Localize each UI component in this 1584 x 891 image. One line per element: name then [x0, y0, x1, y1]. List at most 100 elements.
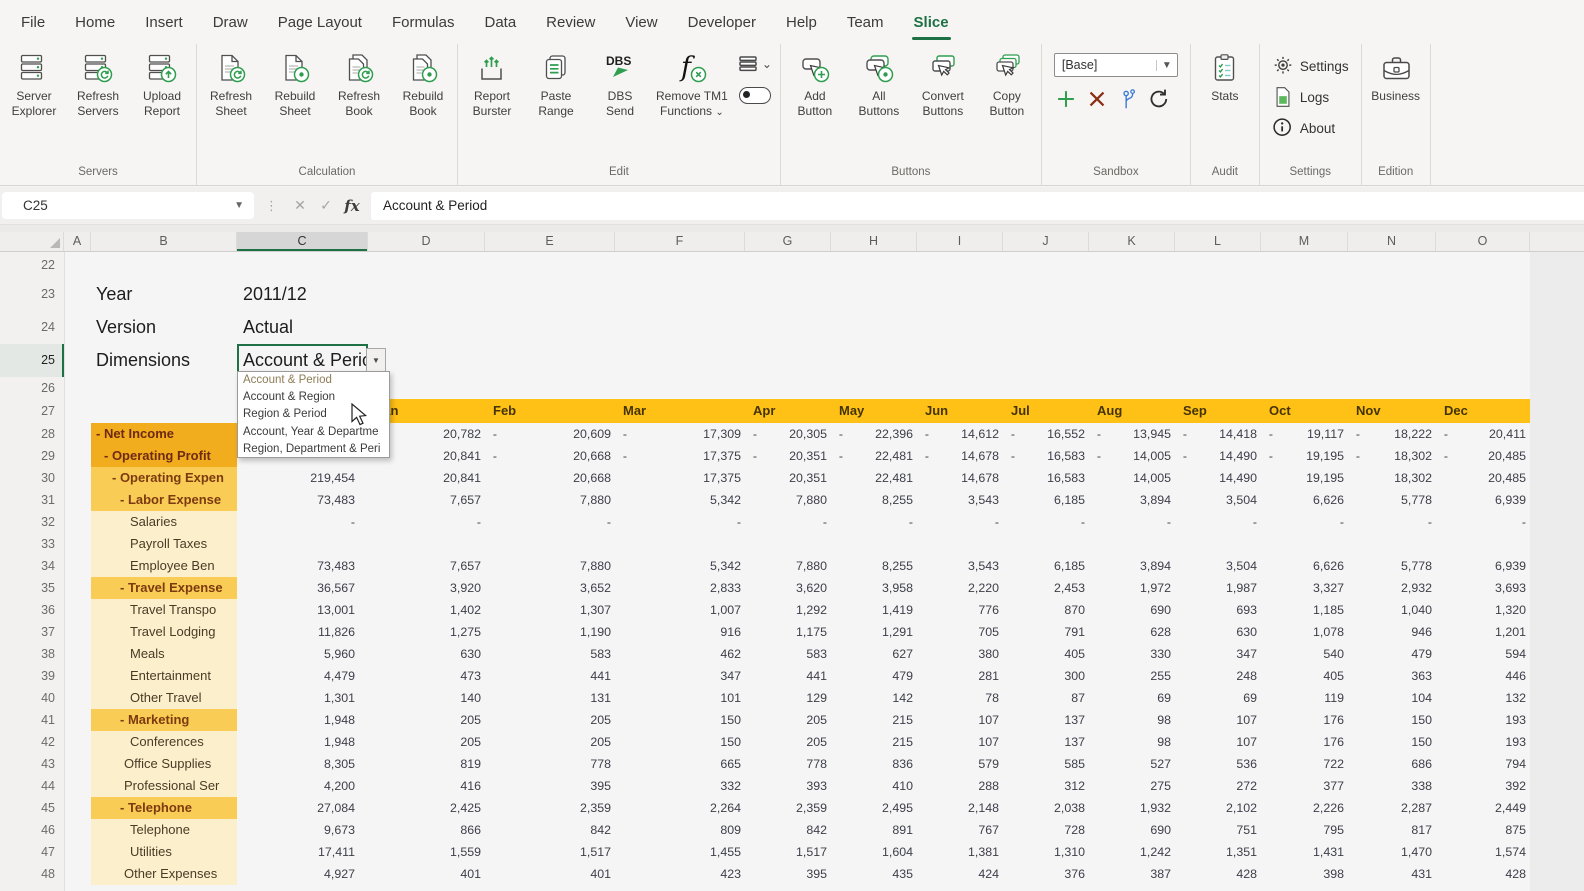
tab-file[interactable]: File — [6, 0, 60, 44]
about-button[interactable]: About — [1272, 117, 1349, 139]
cell[interactable]: 3,543 — [917, 555, 1003, 577]
month-header-sep[interactable]: Sep — [1175, 399, 1261, 423]
column-header-k[interactable]: K — [1089, 232, 1175, 251]
toggle-switch[interactable] — [739, 87, 771, 104]
cell[interactable]: 416 — [368, 775, 485, 797]
row-header-27[interactable]: 27 — [0, 399, 64, 423]
row-header-47[interactable]: 47 — [0, 841, 64, 863]
cell[interactable]: 7,880 — [745, 555, 831, 577]
row-label-net-income[interactable]: - Net Income — [91, 423, 237, 445]
cell[interactable]: 842 — [745, 819, 831, 841]
cell[interactable]: 19,195 — [1261, 467, 1348, 489]
row-label-utilities[interactable]: Utilities — [91, 841, 237, 863]
cell[interactable]: 1,604 — [831, 841, 917, 863]
month-header-feb[interactable]: Feb — [485, 399, 615, 423]
tab-view[interactable]: View — [610, 0, 672, 44]
cell[interactable]: 866 — [368, 819, 485, 841]
cell[interactable]: 398 — [1261, 863, 1348, 885]
column-header-g[interactable]: G — [745, 232, 831, 251]
logs-button[interactable]: Logs — [1272, 86, 1349, 108]
row-header-35[interactable]: 35 — [0, 577, 64, 599]
cell[interactable]: 78 — [917, 687, 1003, 709]
cell[interactable]: 1,987 — [1175, 577, 1261, 599]
cell[interactable]: 393 — [745, 775, 831, 797]
month-header-aug[interactable]: Aug — [1089, 399, 1175, 423]
row-header-24[interactable]: 24 — [0, 311, 64, 344]
cell[interactable]: 1,517 — [745, 841, 831, 863]
cell[interactable]: 686 — [1348, 753, 1436, 775]
cell-total[interactable]: 1,948 — [237, 731, 368, 753]
cell[interactable]: 300 — [1003, 665, 1089, 687]
row-header-39[interactable]: 39 — [0, 665, 64, 687]
row-label-travel-expense[interactable]: - Travel Expense — [91, 577, 237, 599]
month-header-may[interactable]: May — [831, 399, 917, 423]
refresh-book-button[interactable]: Refresh Book — [327, 49, 391, 120]
rebuild-book-button[interactable]: Rebuild Book — [391, 49, 455, 120]
cell[interactable]: 193 — [1436, 709, 1530, 731]
cell-value-version[interactable]: Actual — [237, 311, 293, 344]
cell[interactable]: 3,920 — [368, 577, 485, 599]
copy-button-button[interactable]: Copy Button — [975, 49, 1039, 120]
cell[interactable]: 479 — [1348, 643, 1436, 665]
insert-function-icon[interactable]: fx — [339, 197, 365, 215]
cell[interactable]: 8,255 — [831, 489, 917, 511]
cell[interactable]: 2,359 — [485, 797, 615, 819]
row-header-28[interactable]: 28 — [0, 423, 64, 445]
cell[interactable]: 1,175 — [745, 621, 831, 643]
cell[interactable]: 431 — [1348, 863, 1436, 885]
cell[interactable]: 312 — [1003, 775, 1089, 797]
cell[interactable]: 132 — [1436, 687, 1530, 709]
column-header-i[interactable]: I — [917, 232, 1003, 251]
convert-buttons-button[interactable]: Convert Buttons — [911, 49, 975, 120]
cell[interactable]: - — [831, 511, 917, 533]
row-label-conferences[interactable]: Conferences — [91, 731, 237, 753]
cell[interactable]: 3,693 — [1436, 577, 1530, 599]
cell[interactable]: 1,078 — [1261, 621, 1348, 643]
cell[interactable]: 248 — [1175, 665, 1261, 687]
cell[interactable] — [745, 533, 831, 555]
cell[interactable]: 2,102 — [1175, 797, 1261, 819]
cancel-icon[interactable]: ✕ — [287, 197, 313, 214]
create-sandbox-icon[interactable] — [1054, 87, 1078, 111]
cell[interactable]: 22,481- — [831, 445, 917, 467]
name-box[interactable]: C25 ▼ — [2, 192, 254, 219]
cell[interactable]: 6,185 — [1003, 489, 1089, 511]
cell[interactable]: 527 — [1089, 753, 1175, 775]
cell[interactable]: 2,453 — [1003, 577, 1089, 599]
cell-total[interactable]: 4,479 — [237, 665, 368, 687]
cell[interactable]: 330 — [1089, 643, 1175, 665]
cell[interactable]: 205 — [485, 709, 615, 731]
cell[interactable]: 377 — [1261, 775, 1348, 797]
cell[interactable] — [615, 533, 745, 555]
cell[interactable]: 20,351- — [745, 445, 831, 467]
row-label-travel-lodging[interactable]: Travel Lodging — [91, 621, 237, 643]
cell[interactable]: 401 — [368, 863, 485, 885]
cell[interactable] — [1436, 533, 1530, 555]
row-label-entertainment[interactable]: Entertainment — [91, 665, 237, 687]
dropdown-item-account-period[interactable]: Account & Period — [238, 372, 389, 389]
row-header-26[interactable]: 26 — [0, 377, 64, 399]
cell[interactable]: 2,932 — [1348, 577, 1436, 599]
month-header-jul[interactable]: Jul — [1003, 399, 1089, 423]
cell[interactable]: 16,552- — [1003, 423, 1089, 445]
cell[interactable]: 150 — [615, 709, 745, 731]
row-header-44[interactable]: 44 — [0, 775, 64, 797]
row-header-43[interactable]: 43 — [0, 753, 64, 775]
cell[interactable]: - — [1003, 511, 1089, 533]
row-header-30[interactable]: 30 — [0, 467, 64, 489]
column-header-j[interactable]: J — [1003, 232, 1089, 251]
cell-label-dimensions[interactable]: Dimensions — [91, 344, 237, 377]
row-header-42[interactable]: 42 — [0, 731, 64, 753]
cell-total[interactable]: 27,084 — [237, 797, 368, 819]
cell[interactable]: 870 — [1003, 599, 1089, 621]
cell[interactable]: 1,431 — [1261, 841, 1348, 863]
row-header-34[interactable]: 34 — [0, 555, 64, 577]
cell[interactable]: 107 — [917, 709, 1003, 731]
cell[interactable]: 104 — [1348, 687, 1436, 709]
cell[interactable]: 2,220 — [917, 577, 1003, 599]
cell[interactable]: 1,310 — [1003, 841, 1089, 863]
column-header-e[interactable]: E — [485, 232, 615, 251]
cell-total[interactable]: 219,454 — [237, 467, 368, 489]
cell[interactable]: 18,302 — [1348, 467, 1436, 489]
cell[interactable]: 1,201 — [1436, 621, 1530, 643]
